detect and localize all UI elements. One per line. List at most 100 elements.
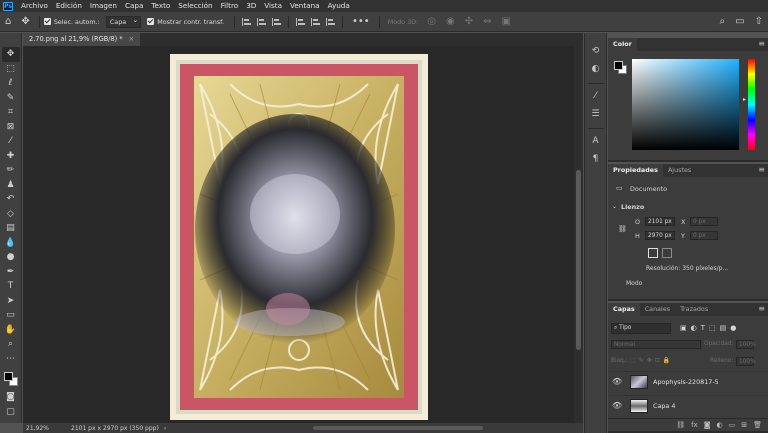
marquee-tool-icon[interactable]: ⬚ xyxy=(2,62,20,77)
pan-3d-icon[interactable]: ✣ xyxy=(460,16,478,27)
menu-texto[interactable]: Texto xyxy=(147,0,174,12)
more-options-icon[interactable]: ••• xyxy=(347,16,375,27)
chevron-down-icon[interactable]: ⌄ xyxy=(612,203,617,210)
quick-mask-icon[interactable]: ◙ xyxy=(2,390,20,405)
portrait-orientation-icon[interactable] xyxy=(648,248,658,258)
menu-vista[interactable]: Vista xyxy=(260,0,286,12)
more-tools-icon[interactable]: ⋯ xyxy=(2,352,20,367)
move-tool-icon[interactable]: ✥ xyxy=(16,16,34,27)
y-field[interactable]: 0 px xyxy=(690,231,718,240)
zoom-level[interactable]: 21,92% xyxy=(23,425,71,432)
orbit-3d-icon[interactable]: ◎ xyxy=(422,16,441,27)
menu-3d[interactable]: 3D xyxy=(242,0,260,12)
horizontal-scroll-thumb[interactable] xyxy=(313,426,483,430)
align-top-icon[interactable] xyxy=(295,17,305,26)
link-layers-icon[interactable]: ⛓ xyxy=(676,421,685,429)
pen-tool-icon[interactable]: ✒ xyxy=(2,265,20,280)
close-tab-icon[interactable]: × xyxy=(129,35,135,43)
new-group-icon[interactable]: ▭ xyxy=(729,421,736,429)
rectangle-tool-icon[interactable]: ▭ xyxy=(2,308,20,323)
blur-tool-icon[interactable]: 💧 xyxy=(2,236,20,251)
tab-paths[interactable]: Trazados xyxy=(675,303,713,316)
document-tab[interactable]: 2.70.png al 21,9% (RGB/8) * × xyxy=(23,33,141,46)
color-picker-field[interactable] xyxy=(632,59,739,150)
tab-layers[interactable]: Capas xyxy=(608,303,640,316)
fill-field[interactable]: 100% xyxy=(736,357,756,366)
blend-mode-dropdown[interactable]: Normal xyxy=(611,340,701,349)
menu-archivo[interactable]: Archivo xyxy=(17,0,52,12)
eraser-tool-icon[interactable]: ◇ xyxy=(2,207,20,222)
properties-sliders-icon[interactable]: ☰ xyxy=(587,106,605,122)
menu-imagen[interactable]: Imagen xyxy=(86,0,121,12)
roll-3d-icon[interactable]: ◉ xyxy=(441,16,460,27)
brush-tool-icon[interactable]: ✏ xyxy=(2,163,20,178)
visibility-eye-icon[interactable]: 👁 xyxy=(612,401,626,410)
path-select-tool-icon[interactable]: ➤ xyxy=(2,294,20,309)
panel-menu-icon[interactable]: ≡ xyxy=(758,165,765,174)
quick-select-tool-icon[interactable]: ✎ xyxy=(2,91,20,106)
menu-capa[interactable]: Capa xyxy=(121,0,147,12)
align-left-icon[interactable] xyxy=(241,17,251,26)
share-icon[interactable]: ⇧ xyxy=(750,16,768,27)
visibility-eye-icon[interactable]: 👁 xyxy=(612,377,626,386)
panel-menu-icon[interactable]: ≡ xyxy=(758,39,765,48)
layer-select-dropdown[interactable]: Capa xyxy=(105,15,142,28)
menu-edicion[interactable]: Edición xyxy=(52,0,86,12)
zoom-tool-icon[interactable]: ⌕ xyxy=(2,337,20,352)
brush-settings-icon[interactable]: ⁄ xyxy=(587,88,605,104)
new-layer-icon[interactable]: ⊞ xyxy=(741,421,747,429)
slide-3d-icon[interactable]: ⇔ xyxy=(478,16,496,27)
clone-stamp-tool-icon[interactable]: ♟ xyxy=(2,178,20,193)
canvas-area[interactable] xyxy=(23,46,574,423)
status-arrow-icon[interactable]: › xyxy=(159,425,171,432)
align-center-icon[interactable] xyxy=(256,17,266,26)
align-middle-icon[interactable] xyxy=(310,17,320,26)
delete-layer-icon[interactable]: 🗑 xyxy=(753,421,762,429)
workspace-icon[interactable]: ▭ xyxy=(730,16,749,27)
adjustment-layer-icon[interactable]: ◐ xyxy=(717,421,723,429)
landscape-orientation-icon[interactable] xyxy=(662,248,672,258)
hand-tool-icon[interactable]: ✋ xyxy=(2,323,20,338)
document-canvas[interactable] xyxy=(170,54,428,420)
lock-icons[interactable]: ⬚✎✥⊡🔒 xyxy=(630,357,673,364)
vertical-scrollbar[interactable] xyxy=(574,46,583,423)
gradient-tool-icon[interactable]: ▤ xyxy=(2,221,20,236)
camera-3d-icon[interactable]: ▣ xyxy=(497,16,516,27)
layer-filter-icons[interactable]: ▣◐T⬚▤● xyxy=(680,324,740,332)
screen-mode-icon[interactable]: ▢ xyxy=(2,405,20,420)
menu-seleccion[interactable]: Selección xyxy=(174,0,216,12)
dodge-tool-icon[interactable]: ● xyxy=(2,250,20,265)
align-right-icon[interactable] xyxy=(271,17,281,26)
healing-brush-tool-icon[interactable]: ✚ xyxy=(2,149,20,164)
opacity-field[interactable]: 100% xyxy=(736,340,756,349)
height-field[interactable]: 2970 px xyxy=(645,231,675,240)
layer-row[interactable]: 👁 Apophysis-220817-5 xyxy=(608,371,768,391)
tab-color[interactable]: Color xyxy=(608,38,637,51)
crop-tool-icon[interactable]: ⌗ xyxy=(2,105,20,120)
tab-adjustments[interactable]: Ajustes xyxy=(663,164,696,177)
x-field[interactable]: 0 px xyxy=(690,217,718,226)
layer-style-icon[interactable]: fx xyxy=(691,421,698,429)
eyedropper-tool-icon[interactable]: ⁄ xyxy=(2,134,20,149)
paragraph-panel-icon[interactable]: ¶ xyxy=(587,151,605,167)
home-icon[interactable]: ⌂ xyxy=(0,16,16,27)
hue-marker-icon[interactable]: ▸ xyxy=(743,96,746,103)
hue-slider[interactable] xyxy=(748,59,755,150)
character-panel-icon[interactable]: A xyxy=(587,133,605,149)
link-dimensions-icon[interactable]: ⛓ xyxy=(618,225,627,233)
frame-tool-icon[interactable]: ⊠ xyxy=(2,120,20,135)
panel-menu-icon[interactable]: ≡ xyxy=(758,304,765,313)
menu-ventana[interactable]: Ventana xyxy=(286,0,324,12)
history-panel-icon[interactable]: ⟲ xyxy=(587,43,605,59)
foreground-color-swatch[interactable] xyxy=(614,61,623,70)
add-mask-icon[interactable]: ◙ xyxy=(704,421,711,429)
move-tool-icon[interactable]: ✥ xyxy=(1,47,20,62)
color-swatches[interactable] xyxy=(2,370,20,390)
align-bottom-icon[interactable] xyxy=(325,17,335,26)
search-icon[interactable]: ⌕ xyxy=(715,16,731,27)
tab-properties[interactable]: Propiedades xyxy=(608,164,663,177)
layer-row[interactable]: 👁 Capa 4 xyxy=(608,395,768,415)
type-tool-icon[interactable]: T xyxy=(2,279,20,294)
foreground-color-swatch[interactable] xyxy=(3,372,13,381)
menu-ayuda[interactable]: Ayuda xyxy=(324,0,354,12)
